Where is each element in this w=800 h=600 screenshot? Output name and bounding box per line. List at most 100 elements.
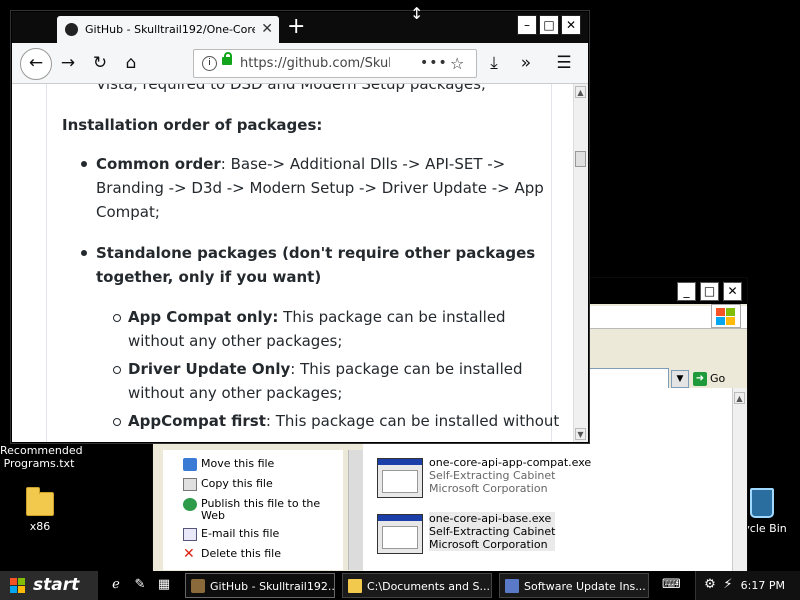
tab-close-icon[interactable]: ✕ — [261, 16, 273, 43]
scroll-thumb[interactable] — [575, 151, 586, 167]
task-move-file[interactable]: Move this file — [183, 458, 274, 471]
explorer-maximize-button[interactable]: □ — [700, 282, 719, 301]
circle-bullet-icon — [113, 366, 121, 374]
lock-icon — [222, 52, 232, 65]
file-name: one-core-api-app-compat.exe — [429, 456, 592, 469]
desktop-icon-label: Recommended Programs.txt — [0, 444, 83, 470]
go-button[interactable]: ➜ Go — [693, 370, 733, 388]
scroll-up-arrow[interactable]: ▲ — [734, 392, 745, 404]
tab-github[interactable]: GitHub - Skulltrail192/One-Core-AP ✕ — [57, 16, 279, 43]
explorer-minimize-button[interactable]: _ — [677, 282, 696, 301]
info-icon[interactable]: i — [202, 56, 217, 71]
circle-bullet-icon — [113, 418, 121, 426]
install-order-heading: Installation order of packages: — [62, 116, 323, 134]
desktop-icon-label: x86 — [29, 520, 51, 533]
task-delete-file[interactable]: ✕ Delete this file — [183, 547, 281, 561]
folder-icon — [26, 487, 54, 516]
task-email-file[interactable]: E-mail this file — [183, 528, 279, 541]
keyboard-icon[interactable]: ⌨ — [662, 577, 681, 593]
quicklaunch-icon[interactable]: ▦ — [156, 577, 172, 593]
taskbar: start ℯ ✎ ▦ GitHub - Skulltrail192... C:… — [0, 571, 800, 600]
doc-line: Compat; — [96, 203, 160, 221]
navigation-toolbar: ← → ↻ ⌂ i https://github.com/Skull ••• ☆… — [12, 43, 588, 84]
scroll-down-arrow[interactable]: ▼ — [575, 428, 586, 440]
github-icon — [65, 23, 78, 36]
address-dropdown-button[interactable]: ▼ — [671, 370, 689, 388]
doc-line: Standalone packages (don't require other… — [96, 244, 536, 262]
file-company: Microsoft Corporation — [429, 482, 548, 495]
tab-bar: GitHub - Skulltrail192/One-Core-AP ✕ + ↕… — [12, 4, 588, 43]
page-scrollbar[interactable]: ▲ ▼ — [573, 84, 588, 442]
installer-icon — [505, 579, 519, 593]
start-button[interactable]: start — [0, 571, 98, 600]
windows-flag-icon — [10, 578, 26, 594]
go-label: Go — [710, 372, 726, 385]
page-actions-icon[interactable]: ••• — [420, 50, 448, 77]
doc-line: App Compat only: This package can be ins… — [128, 308, 506, 326]
url-bar[interactable]: i https://github.com/Skull ••• ☆ — [193, 49, 477, 78]
bookmark-star-icon[interactable]: ☆ — [450, 50, 464, 77]
system-tray: ⚙ ⚡ 6:17 PM — [695, 571, 800, 600]
circle-bullet-icon — [113, 314, 121, 322]
resize-cursor-icon: ↕ — [410, 4, 424, 23]
file-tasks-pane: Move this file Copy this file Publish th… — [163, 450, 343, 570]
folder-icon — [348, 579, 362, 593]
doc-line: together, only if you want) — [96, 268, 322, 286]
gimp-quicklaunch-icon[interactable]: ✎ — [132, 577, 148, 593]
recycle-bin-icon — [750, 488, 774, 518]
cabinet-exe-icon — [377, 514, 423, 554]
page-content: Vista, required to DSD and Modern Setup … — [12, 84, 574, 442]
task-publish-file[interactable]: Publish this file to the Web — [183, 498, 320, 522]
safely-remove-icon[interactable]: ⚡ — [720, 577, 736, 593]
file-type: Self-Extracting Cabinet — [429, 525, 556, 538]
downloads-button[interactable]: ⤓ — [482, 51, 506, 75]
desktop-icon-recommended-programs[interactable]: Recommended Programs.txt — [0, 444, 83, 470]
forward-button[interactable]: → — [56, 51, 80, 75]
reload-button[interactable]: ↻ — [88, 51, 112, 75]
file-company: Microsoft Corporation — [429, 538, 548, 551]
bullet-icon — [81, 161, 87, 167]
taskbar-button-explorer[interactable]: C:\Documents and S... — [342, 573, 492, 598]
cabinet-exe-icon — [377, 458, 423, 498]
file-list-scrollbar[interactable]: ▲ — [732, 388, 747, 571]
app-icon — [191, 579, 205, 593]
address-bar[interactable] — [589, 368, 669, 390]
task-copy-file[interactable]: Copy this file — [183, 478, 273, 491]
close-button[interactable]: ✕ — [561, 15, 581, 35]
file-type: Self-Extracting Cabinet — [429, 469, 556, 482]
minimize-button[interactable]: – — [517, 15, 537, 35]
doc-line: Common order: Base-> Additional Dlls -> … — [96, 155, 506, 173]
file-item[interactable]: one-core-api-base.exe Self-Extracting Ca… — [371, 508, 601, 554]
network-icon[interactable]: ⚙ — [702, 577, 718, 593]
home-button[interactable]: ⌂ — [119, 51, 143, 75]
firefox-window: GitHub - Skulltrail192/One-Core-AP ✕ + ↕… — [11, 4, 589, 443]
taskbar-button-github[interactable]: GitHub - Skulltrail192... — [185, 573, 335, 598]
globe-icon — [183, 498, 197, 511]
file-name: one-core-api-base.exe — [429, 512, 552, 525]
overflow-menu-button[interactable]: » — [514, 51, 538, 75]
tab-title: GitHub - Skulltrail192/One-Core-AP — [85, 23, 255, 36]
pane-splitter[interactable] — [348, 450, 364, 570]
ie-quicklaunch-icon[interactable]: ℯ — [108, 577, 124, 593]
doc-line: without any other packages; — [128, 384, 343, 402]
go-arrow-icon: ➜ — [693, 372, 707, 386]
maximize-button[interactable]: □ — [539, 15, 559, 35]
scroll-up-arrow[interactable]: ▲ — [575, 86, 586, 98]
delete-icon: ✕ — [183, 546, 195, 562]
bullet-icon — [81, 250, 87, 256]
desktop-icon-x86[interactable]: x86 — [0, 487, 80, 533]
windows-flag-icon — [711, 304, 741, 328]
doc-line: Driver Update Only: This package can be … — [128, 360, 523, 378]
file-item[interactable]: one-core-api-app-compat.exe Self-Extract… — [371, 452, 601, 498]
move-icon — [183, 458, 197, 471]
url-text: https://github.com/Skull — [240, 56, 390, 71]
start-label: start — [33, 575, 80, 595]
new-tab-button[interactable]: + — [287, 14, 305, 40]
back-button[interactable]: ← — [20, 48, 52, 80]
explorer-close-button[interactable]: ✕ — [723, 282, 742, 301]
doc-line: AppCompat first: This package can be ins… — [128, 412, 560, 430]
doc-line: Branding -> D3d -> Modern Setup -> Drive… — [96, 179, 544, 197]
taskbar-button-software-update[interactable]: Software Update Ins... — [499, 573, 649, 598]
hamburger-menu-button[interactable]: ☰ — [552, 51, 576, 75]
clock[interactable]: 6:17 PM — [741, 571, 785, 600]
